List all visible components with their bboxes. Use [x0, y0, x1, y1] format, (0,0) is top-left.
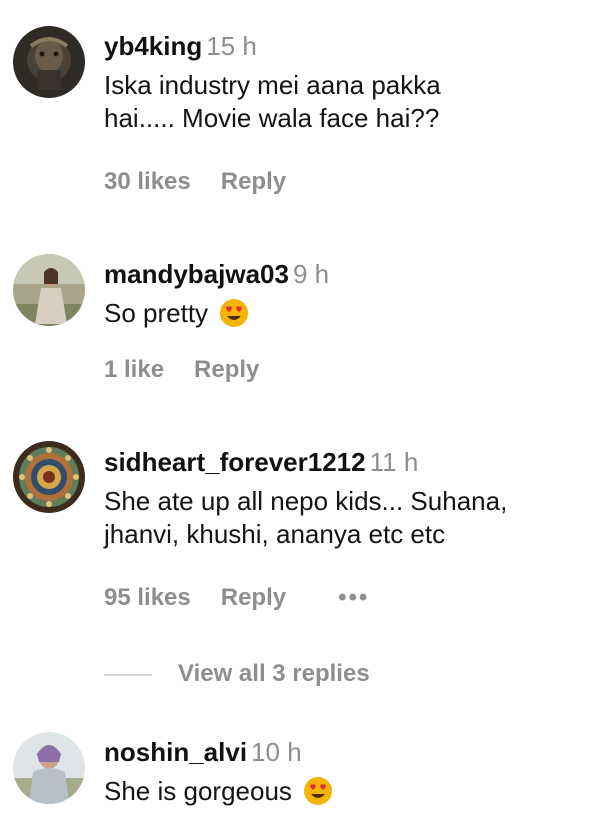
- comment-text: She is gorgeous: [104, 775, 600, 808]
- view-replies-button[interactable]: View all 3 replies: [104, 660, 370, 690]
- likes-count[interactable]: 30 likes: [104, 168, 191, 195]
- reply-button[interactable]: Reply: [194, 356, 259, 383]
- username[interactable]: yb4king: [104, 31, 202, 61]
- avatar[interactable]: [13, 26, 85, 98]
- username[interactable]: sidheart_forever1212: [104, 447, 366, 477]
- likes-count[interactable]: 95 likes: [104, 584, 191, 611]
- reply-button[interactable]: Reply: [221, 168, 286, 195]
- likes-count[interactable]: 1 like: [104, 356, 164, 383]
- comment-header: sidheart_forever1212 11 h: [104, 446, 600, 478]
- comment-header: yb4king 15 h: [104, 30, 600, 62]
- comment-actions: 95 likes Reply •••: [104, 584, 369, 612]
- heart-eyes-emoji-icon: [220, 299, 249, 327]
- comment-text: So pretty: [104, 297, 600, 330]
- comment-actions: 30 likes Reply: [104, 168, 286, 196]
- view-replies-label[interactable]: View all 3 replies: [178, 660, 370, 687]
- comment-header: noshin_alvi 10 h: [104, 736, 600, 768]
- comment-text: She ate up all nepo kids... Suhana, jhan…: [104, 486, 508, 549]
- timestamp: 11 h: [369, 447, 419, 477]
- timestamp: 9 h: [292, 259, 330, 289]
- username[interactable]: mandybajwa03: [104, 259, 289, 289]
- username[interactable]: noshin_alvi: [104, 737, 247, 767]
- heart-eyes-emoji-icon: [304, 777, 333, 805]
- timestamp: 10 h: [251, 737, 302, 767]
- avatar[interactable]: [13, 732, 85, 804]
- avatar[interactable]: [13, 254, 85, 326]
- divider: [104, 673, 152, 676]
- comment-header: mandybajwa03 9 h: [104, 258, 600, 290]
- timestamp: 15 h: [206, 31, 257, 61]
- comment-text: Iska industry mei aana pakka hai..... Mo…: [104, 70, 441, 133]
- avatar[interactable]: [13, 441, 85, 513]
- reply-button[interactable]: Reply: [221, 584, 286, 611]
- comment-actions: 1 like Reply: [104, 356, 259, 384]
- more-options-icon[interactable]: •••: [338, 584, 369, 611]
